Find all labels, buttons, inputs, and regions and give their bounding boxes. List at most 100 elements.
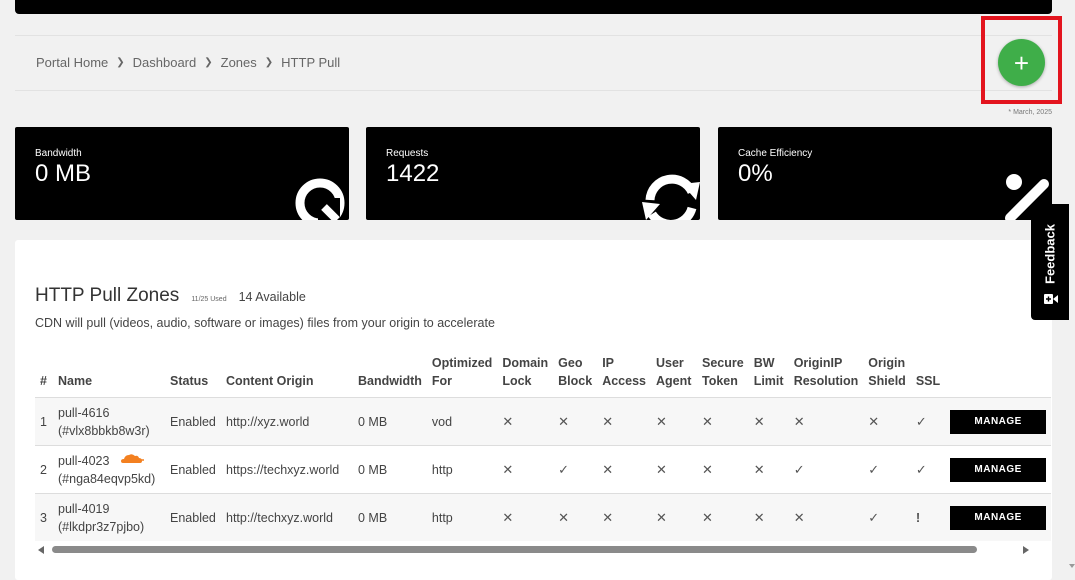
scrollbar-thumb[interactable] <box>52 546 977 553</box>
user-agent-mark: ✕ <box>651 397 697 446</box>
col-optimized-for: Optimized For <box>431 356 493 388</box>
col-ip-access: IP Access <box>602 356 646 388</box>
stat-value: 0 MB <box>35 160 92 187</box>
zone-bandwidth: 0 MB <box>353 397 427 446</box>
breadcrumb-dashboard[interactable]: Dashboard <box>133 55 197 70</box>
zone-status: Enabled <box>165 397 221 446</box>
stat-value: 0% <box>738 160 773 187</box>
ip-access-mark: ✕ <box>597 397 651 446</box>
add-zone-button[interactable]: + <box>998 39 1045 86</box>
ip-access-mark: ✕ <box>597 493 651 541</box>
cache-efficiency-card: Cache Efficiency 0% <box>718 127 1052 220</box>
zone-optimized: http <box>426 445 498 494</box>
zone-bandwidth: 0 MB <box>353 493 427 541</box>
page-scrollbar[interactable] <box>1069 0 1075 571</box>
col-num: # <box>40 374 47 388</box>
domain-lock-mark: ✕ <box>497 397 554 446</box>
secure-token-mark: ✕ <box>697 493 749 541</box>
manage-button[interactable]: MANAGE <box>950 457 1047 482</box>
originip-mark: ✕ <box>788 493 864 541</box>
domain-lock-mark: ✕ <box>497 493 554 541</box>
col-actions <box>945 354 1051 398</box>
table-row: 3 pull-4019 (#lkdpr3z7pjbo) Enabled http:… <box>35 493 1052 541</box>
scroll-left-icon[interactable] <box>38 546 44 554</box>
geo-block-mark: ✕ <box>553 397 598 446</box>
bw-limit-mark: ✕ <box>748 445 789 494</box>
chevron-right-icon: ❯ <box>116 57 125 68</box>
zone-name: pull-4616 (#vlx8bbkb8w3r) <box>53 397 165 446</box>
chevron-right-icon: ❯ <box>264 57 274 68</box>
originip-mark: ✕ <box>788 397 864 446</box>
col-bandwidth: Bandwidth <box>358 374 422 388</box>
date-note: * March, 2025 <box>1008 109 1052 116</box>
col-status: Status <box>170 374 209 388</box>
chevron-right-icon: ❯ <box>204 57 213 68</box>
col-name: Name <box>58 374 93 388</box>
zone-optimized: vod <box>426 397 498 446</box>
geo-block-mark: ✕ <box>553 493 598 541</box>
scroll-right-icon[interactable] <box>1023 546 1029 554</box>
plus-icon: + <box>1013 47 1030 78</box>
manage-button[interactable]: MANAGE <box>950 409 1047 434</box>
col-ssl: SSL <box>915 374 941 388</box>
zone-bandwidth: 0 MB <box>353 445 427 494</box>
video-icon <box>1044 294 1058 304</box>
zone-name: pull-4023 (#nga84eqvp5kd) <box>53 445 165 494</box>
stat-label: Requests <box>386 148 429 159</box>
refresh-icon <box>642 174 700 220</box>
zone-status: Enabled <box>165 493 221 541</box>
zones-title: HTTP Pull Zones <box>35 285 180 306</box>
zones-table: # Name Status Content Origin Bandwidth O… <box>35 354 1052 541</box>
breadcrumb-zones[interactable]: Zones <box>221 55 257 70</box>
secure-token-mark: ✕ <box>697 445 749 494</box>
zone-name: pull-4019 (#lkdpr3z7pjbo) <box>53 493 165 541</box>
col-origin-shield: Origin Shield <box>868 356 906 388</box>
manage-button[interactable]: MANAGE <box>950 505 1047 530</box>
table-row: 1 pull-4616 (#vlx8bbkb8w3r) Enabled http:… <box>35 397 1052 446</box>
zone-optimized: http <box>426 493 498 541</box>
stat-label: Bandwidth <box>35 148 82 159</box>
stat-label: Cache Efficiency <box>738 148 813 159</box>
ssl-mark: ✓ <box>910 397 946 446</box>
row-num: 3 <box>35 493 53 541</box>
row-num: 2 <box>35 445 53 494</box>
col-geo-block: Geo Block <box>558 356 593 388</box>
geo-block-mark: ✓ <box>553 445 598 494</box>
top-header-bar <box>15 0 1052 14</box>
bandwidth-card: Bandwidth 0 MB <box>15 127 349 220</box>
row-num: 1 <box>35 397 53 446</box>
col-domain-lock: Domain Lock <box>502 356 549 388</box>
col-secure-token: Secure Token <box>702 356 744 388</box>
zones-used: 11/25 Used <box>191 296 227 303</box>
bw-limit-mark: ✕ <box>748 493 789 541</box>
ip-access-mark: ✕ <box>597 445 651 494</box>
origin-shield-mark: ✓ <box>863 493 911 541</box>
stat-value: 1422 <box>386 160 440 187</box>
origin-shield-mark: ✓ <box>863 445 911 494</box>
scroll-down-icon[interactable] <box>1069 564 1075 568</box>
origin-shield-mark: ✕ <box>863 397 911 446</box>
ssl-mark: ✓ <box>910 445 946 494</box>
col-content-origin: Content Origin <box>226 374 314 388</box>
requests-card: Requests 1422 <box>366 127 700 220</box>
user-agent-mark: ✕ <box>651 493 697 541</box>
zones-available: 14 Available <box>238 290 306 304</box>
horizontal-scrollbar[interactable] <box>35 543 1032 557</box>
col-originip-resolution: OriginIP Resolution <box>793 356 859 388</box>
breadcrumb-portal-home[interactable]: Portal Home <box>36 55 108 70</box>
cloudflare-icon <box>119 451 145 469</box>
bw-limit-mark: ✕ <box>748 397 789 446</box>
zone-origin: http://xyz.world <box>221 397 353 446</box>
col-bw-limit: BW Limit <box>753 356 784 388</box>
col-user-agent: User Agent <box>656 356 692 388</box>
zone-origin: https://techxyz.world <box>221 445 353 494</box>
feedback-tab[interactable]: Feedback <box>1031 204 1069 320</box>
user-agent-mark: ✕ <box>651 445 697 494</box>
domain-lock-mark: ✕ <box>497 445 554 494</box>
table-header-row: # Name Status Content Origin Bandwidth O… <box>35 354 1051 398</box>
zone-status: Enabled <box>165 445 221 494</box>
table-row: 2 pull-4023 (#nga84eqvp5kd) Enabled https… <box>35 445 1052 494</box>
pie-chart-icon <box>295 178 345 220</box>
secure-token-mark: ✕ <box>697 397 749 446</box>
feedback-label: Feedback <box>1042 224 1058 284</box>
